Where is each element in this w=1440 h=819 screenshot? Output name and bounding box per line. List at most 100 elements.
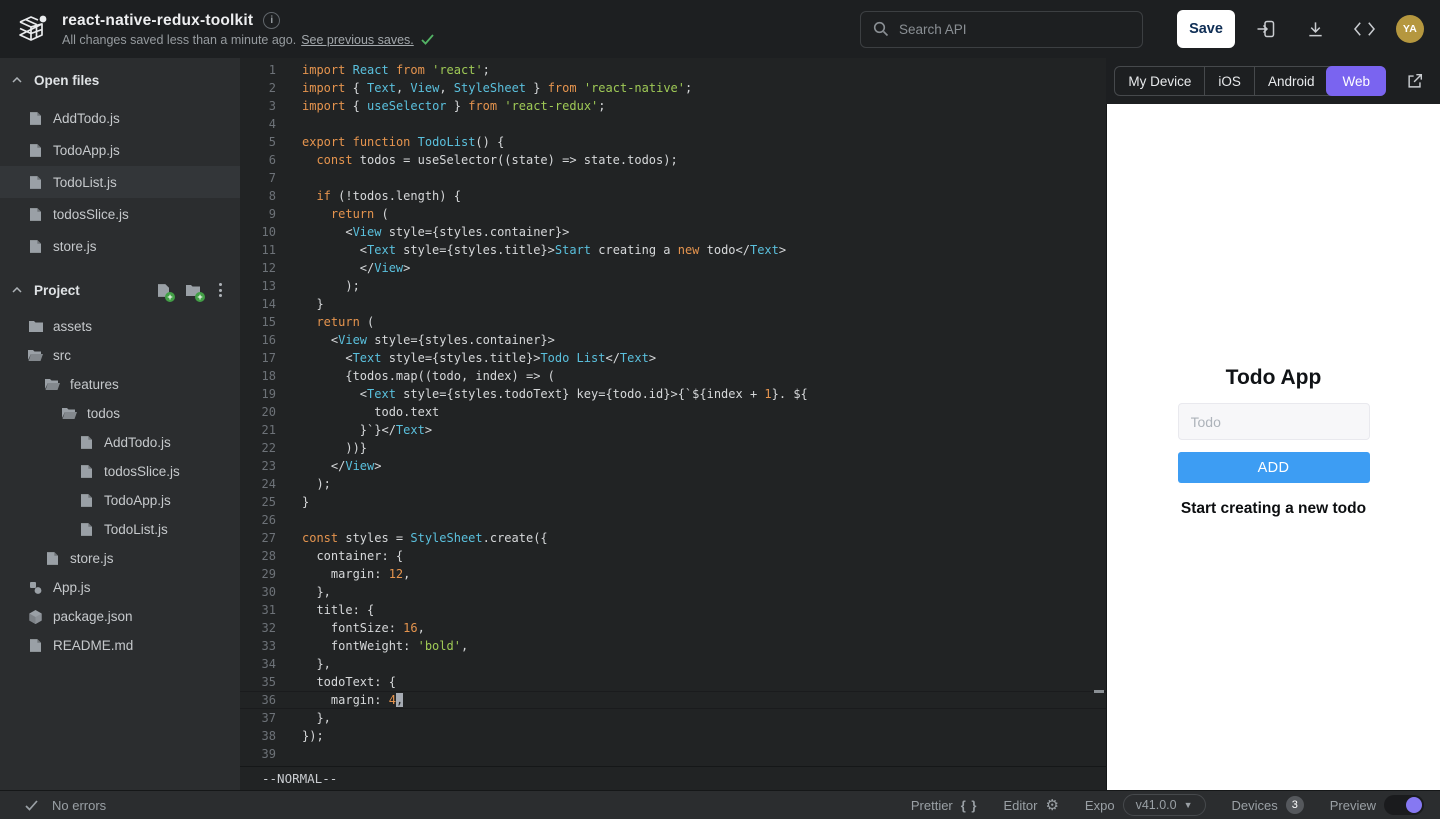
info-icon[interactable]: i: [263, 12, 280, 29]
devices-button[interactable]: Devices 3: [1232, 796, 1304, 814]
caret-down-icon: ▼: [1184, 800, 1193, 810]
open-files-section-header[interactable]: Open files: [0, 64, 240, 96]
error-status: No errors: [52, 798, 106, 813]
page-title: react-native-redux-toolkit: [62, 12, 253, 30]
code-line-16[interactable]: 16 <View style={styles.container}>: [240, 331, 1106, 349]
code-line-15[interactable]: 15 return (: [240, 313, 1106, 331]
code-line-35[interactable]: 35 todoText: {: [240, 673, 1106, 691]
project-menu-button[interactable]: [213, 281, 228, 299]
new-folder-button[interactable]: +: [183, 281, 203, 299]
code-line-21[interactable]: 21 }`}</Text>: [240, 421, 1106, 439]
code-line-10[interactable]: 10 <View style={styles.container}>: [240, 223, 1106, 241]
code-line-27[interactable]: 27const styles = StyleSheet.create({: [240, 529, 1106, 547]
tree-item-todolist-js[interactable]: TodoList.js: [0, 515, 240, 544]
code-line-24[interactable]: 24 );: [240, 475, 1106, 493]
download-button[interactable]: [1297, 11, 1333, 47]
code-line-25[interactable]: 25}: [240, 493, 1106, 511]
empty-state-message: Start creating a new todo: [1181, 500, 1366, 518]
code-line-19[interactable]: 19 <Text style={styles.todoText} key={to…: [240, 385, 1106, 403]
code-line-17[interactable]: 17 <Text style={styles.title}>Todo List<…: [240, 349, 1106, 367]
code-line-8[interactable]: 8 if (!todos.length) {: [240, 187, 1106, 205]
device-tab-my-device[interactable]: My Device: [1115, 67, 1205, 95]
file-icon: [45, 552, 60, 565]
tree-item-todos[interactable]: todos: [0, 399, 240, 428]
status-bar: No errors Prettier { } Editor ⚙ Expo v41…: [0, 790, 1440, 819]
code-line-36[interactable]: 36 margin: 4,: [240, 691, 1106, 709]
tree-item-todoapp-js[interactable]: TodoApp.js: [0, 486, 240, 515]
tree-item-src[interactable]: src: [0, 341, 240, 370]
folder-open-icon: [45, 379, 60, 390]
add-todo-button[interactable]: ADD: [1178, 452, 1370, 483]
code-line-5[interactable]: 5export function TodoList() {: [240, 133, 1106, 151]
todo-input[interactable]: [1178, 403, 1370, 440]
project-section-header[interactable]: Project + +: [0, 274, 240, 306]
code-line-29[interactable]: 29 margin: 12,: [240, 565, 1106, 583]
code-line-12[interactable]: 12 </View>: [240, 259, 1106, 277]
open-file-store-js[interactable]: store.js: [0, 230, 240, 262]
code-line-20[interactable]: 20 todo.text: [240, 403, 1106, 421]
no-errors-check-icon: [25, 800, 38, 811]
code-line-31[interactable]: 31 title: {: [240, 601, 1106, 619]
preview-panel: My DeviceiOSAndroidWeb Todo App ADD Star…: [1106, 58, 1440, 790]
code-line-30[interactable]: 30 },: [240, 583, 1106, 601]
code-line-13[interactable]: 13 );: [240, 277, 1106, 295]
cube-icon: [28, 610, 43, 624]
tree-item-readme-md[interactable]: README.md: [0, 631, 240, 660]
open-file-addtodo-js[interactable]: AddTodo.js: [0, 102, 240, 134]
code-line-4[interactable]: 4: [240, 115, 1106, 133]
code-line-39[interactable]: 39: [240, 745, 1106, 763]
code-line-14[interactable]: 14 }: [240, 295, 1106, 313]
tree-item-addtodo-js[interactable]: AddTodo.js: [0, 428, 240, 457]
code-line-9[interactable]: 9 return (: [240, 205, 1106, 223]
code-line-7[interactable]: 7: [240, 169, 1106, 187]
tree-item-assets[interactable]: assets: [0, 312, 240, 341]
app-title: Todo App: [1226, 366, 1322, 390]
expo-version: Expo v41.0.0 ▼: [1085, 794, 1206, 816]
code-line-23[interactable]: 23 </View>: [240, 457, 1106, 475]
editor-settings-button[interactable]: Editor ⚙: [1004, 798, 1059, 813]
code-line-6[interactable]: 6 const todos = useSelector((state) => s…: [240, 151, 1106, 169]
code-line-28[interactable]: 28 container: {: [240, 547, 1106, 565]
code-line-1[interactable]: 1import React from 'react';: [240, 61, 1106, 79]
device-tab-android[interactable]: Android: [1255, 67, 1328, 95]
tree-item-package-json[interactable]: package.json: [0, 602, 240, 631]
tree-item-app-js[interactable]: App.js: [0, 573, 240, 602]
code-line-33[interactable]: 33 fontWeight: 'bold',: [240, 637, 1106, 655]
code-line-2[interactable]: 2import { Text, View, StyleSheet } from …: [240, 79, 1106, 97]
tree-item-features[interactable]: features: [0, 370, 240, 399]
saved-check-icon: [421, 34, 434, 45]
braces-icon: { }: [961, 798, 978, 813]
file-icon: [79, 494, 94, 507]
previous-saves-link[interactable]: See previous saves.: [301, 33, 414, 47]
device-tab-ios[interactable]: iOS: [1205, 67, 1255, 95]
code-line-11[interactable]: 11 <Text style={styles.title}>Start crea…: [240, 241, 1106, 259]
avatar[interactable]: YA: [1396, 15, 1424, 43]
run-on-device-button[interactable]: [1248, 11, 1284, 47]
code-line-18[interactable]: 18 {todos.map((todo, index) => (: [240, 367, 1106, 385]
open-in-new-window-button[interactable]: [1406, 72, 1424, 90]
save-button[interactable]: Save: [1177, 10, 1235, 48]
code-line-3[interactable]: 3import { useSelector } from 'react-redu…: [240, 97, 1106, 115]
code-line-37[interactable]: 37 },: [240, 709, 1106, 727]
new-file-button[interactable]: +: [153, 281, 173, 299]
open-file-todolist-js[interactable]: TodoList.js: [0, 166, 240, 198]
code-line-38[interactable]: 38});: [240, 727, 1106, 745]
prettier-button[interactable]: Prettier { }: [911, 798, 978, 813]
snack-logo[interactable]: [12, 13, 52, 45]
search-input[interactable]: [899, 22, 1130, 37]
code-line-34[interactable]: 34 },: [240, 655, 1106, 673]
code-line-32[interactable]: 32 fontSize: 16,: [240, 619, 1106, 637]
open-file-todoapp-js[interactable]: TodoApp.js: [0, 134, 240, 166]
code-editor[interactable]: 1import React from 'react'; 2import { Te…: [240, 58, 1106, 790]
snack-cube-icon: [15, 13, 49, 45]
code-line-26[interactable]: 26: [240, 511, 1106, 529]
sdk-version-dropdown[interactable]: v41.0.0 ▼: [1123, 794, 1206, 816]
code-line-22[interactable]: 22 ))}: [240, 439, 1106, 457]
code-area[interactable]: 1import React from 'react'; 2import { Te…: [240, 58, 1106, 766]
tree-item-store-js[interactable]: store.js: [0, 544, 240, 573]
open-file-todosslice-js[interactable]: todosSlice.js: [0, 198, 240, 230]
tree-item-todosslice-js[interactable]: todosSlice.js: [0, 457, 240, 486]
preview-toggle[interactable]: [1384, 795, 1424, 815]
embed-code-button[interactable]: [1346, 11, 1382, 47]
device-tab-web[interactable]: Web: [1326, 66, 1386, 96]
